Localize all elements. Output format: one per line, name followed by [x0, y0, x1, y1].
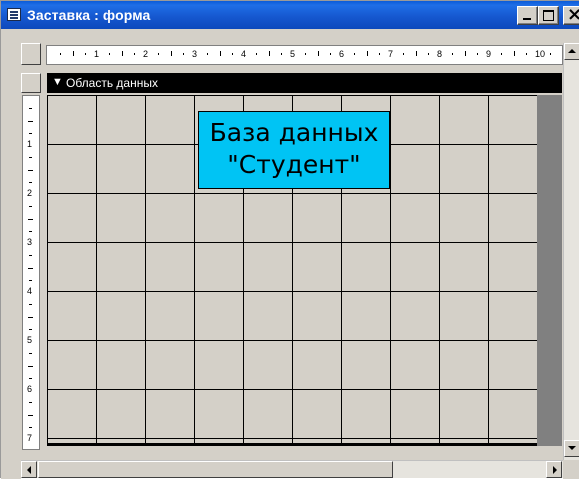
- ruler-tick: [268, 51, 270, 56]
- size-grip: [563, 460, 579, 479]
- ruler-tick: [29, 230, 32, 232]
- maximize-button[interactable]: [538, 6, 559, 25]
- ruler-label: 9: [486, 49, 492, 59]
- section-selector[interactable]: [21, 73, 41, 93]
- ruler-tick: [84, 53, 86, 55]
- form-design-window: Заставка : форма 1 2 3 4 5 6 7 8 9 10 ▼ Область д…: [0, 0, 579, 479]
- ruler-tick: [121, 51, 123, 56]
- label-line-2: "Студент": [227, 150, 361, 179]
- vertical-scrollbar[interactable]: [563, 43, 579, 461]
- ruler-tick: [28, 267, 33, 269]
- label-line-1: База данных: [209, 118, 379, 147]
- window-title: Заставка : форма: [27, 7, 151, 23]
- ruler-tick: [452, 53, 454, 55]
- ruler-label: 7: [27, 433, 33, 443]
- ruler-tick: [28, 169, 33, 171]
- ruler-tick: [29, 255, 32, 257]
- ruler-tick: [366, 51, 368, 56]
- ruler-tick: [415, 51, 417, 56]
- ruler-tick: [29, 377, 32, 379]
- ruler-label: 3: [27, 237, 33, 247]
- section-bar[interactable]: ▼ Область данных: [47, 73, 562, 93]
- ruler-label: 4: [241, 49, 247, 59]
- window-frame: [1, 29, 579, 43]
- scroll-left-button[interactable]: [21, 461, 37, 478]
- minimize-button[interactable]: [517, 6, 538, 25]
- ruler-tick: [403, 53, 405, 55]
- vertical-ruler[interactable]: 1 2 3 4 5 6 7: [22, 95, 40, 450]
- ruler-tick: [28, 120, 33, 122]
- ruler-tick: [256, 53, 258, 55]
- ruler-tick: [219, 51, 221, 56]
- ruler-tick: [170, 51, 172, 56]
- ruler-tick: [29, 402, 32, 404]
- form-icon[interactable]: [7, 8, 21, 21]
- ruler-tick: [133, 53, 135, 55]
- ruler-tick: [501, 53, 503, 55]
- ruler-label: 3: [192, 49, 198, 59]
- horizontal-ruler[interactable]: 1 2 3 4 5 6 7 8 9 10: [46, 45, 563, 65]
- ruler-tick: [158, 53, 160, 55]
- ruler-tick: [29, 108, 32, 110]
- scroll-thumb[interactable]: [38, 461, 393, 478]
- title-bar[interactable]: Заставка : форма: [1, 1, 579, 29]
- ruler-label: 2: [143, 49, 149, 59]
- ruler-tick: [427, 53, 429, 55]
- horizontal-scrollbar[interactable]: [21, 460, 563, 478]
- ruler-tick: [29, 328, 32, 330]
- ruler-tick: [550, 53, 552, 55]
- ruler-tick: [28, 218, 33, 220]
- ruler-label: 1: [27, 139, 33, 149]
- ruler-label: 6: [339, 49, 345, 59]
- ruler-tick: [354, 53, 356, 55]
- ruler-tick: [513, 51, 515, 56]
- ruler-tick: [280, 53, 282, 55]
- ruler-tick: [29, 304, 32, 306]
- scroll-up-button[interactable]: [564, 43, 579, 60]
- ruler-tick: [29, 279, 32, 281]
- section-arrow-icon: ▼: [52, 76, 63, 88]
- ruler-tick: [28, 414, 33, 416]
- title-label-control[interactable]: База данных "Студент": [198, 111, 390, 189]
- section-label: Область данных: [66, 76, 158, 90]
- scroll-right-button[interactable]: [546, 461, 562, 478]
- ruler-tick: [182, 53, 184, 55]
- window-frame-left: [1, 29, 21, 479]
- ruler-tick: [317, 51, 319, 56]
- ruler-tick: [378, 53, 380, 55]
- ruler-tick: [207, 53, 209, 55]
- ruler-tick: [28, 365, 33, 367]
- detail-section-header[interactable]: ▼ Область данных: [21, 73, 562, 93]
- ruler-tick: [329, 53, 331, 55]
- outside-form-area: [537, 95, 562, 446]
- ruler-tick: [476, 53, 478, 55]
- ruler-tick: [29, 426, 32, 428]
- ruler-tick: [29, 181, 32, 183]
- ruler-label: 7: [388, 49, 394, 59]
- ruler-tick: [60, 53, 62, 55]
- ruler-tick: [29, 157, 32, 159]
- ruler-tick: [72, 51, 74, 56]
- ruler-label: 5: [27, 335, 33, 345]
- ruler-label: 6: [27, 384, 33, 394]
- scroll-down-button[interactable]: [564, 440, 579, 457]
- ruler-tick: [464, 51, 466, 56]
- ruler-label: 8: [437, 49, 443, 59]
- ruler-tick: [29, 132, 32, 134]
- ruler-tick: [28, 316, 33, 318]
- ruler-label: 1: [94, 49, 100, 59]
- ruler-tick: [305, 53, 307, 55]
- ruler-tick: [109, 53, 111, 55]
- ruler-label: 4: [27, 286, 33, 296]
- form-selector[interactable]: [21, 43, 41, 65]
- close-button[interactable]: [563, 4, 579, 25]
- ruler-label: 10: [535, 49, 546, 59]
- ruler-label: 5: [290, 49, 296, 59]
- ruler-label: 2: [27, 188, 33, 198]
- ruler-tick: [525, 53, 527, 55]
- section-bottom-edge[interactable]: [47, 443, 537, 446]
- ruler-tick: [231, 53, 233, 55]
- ruler-tick: [29, 206, 32, 208]
- ruler-tick: [29, 353, 32, 355]
